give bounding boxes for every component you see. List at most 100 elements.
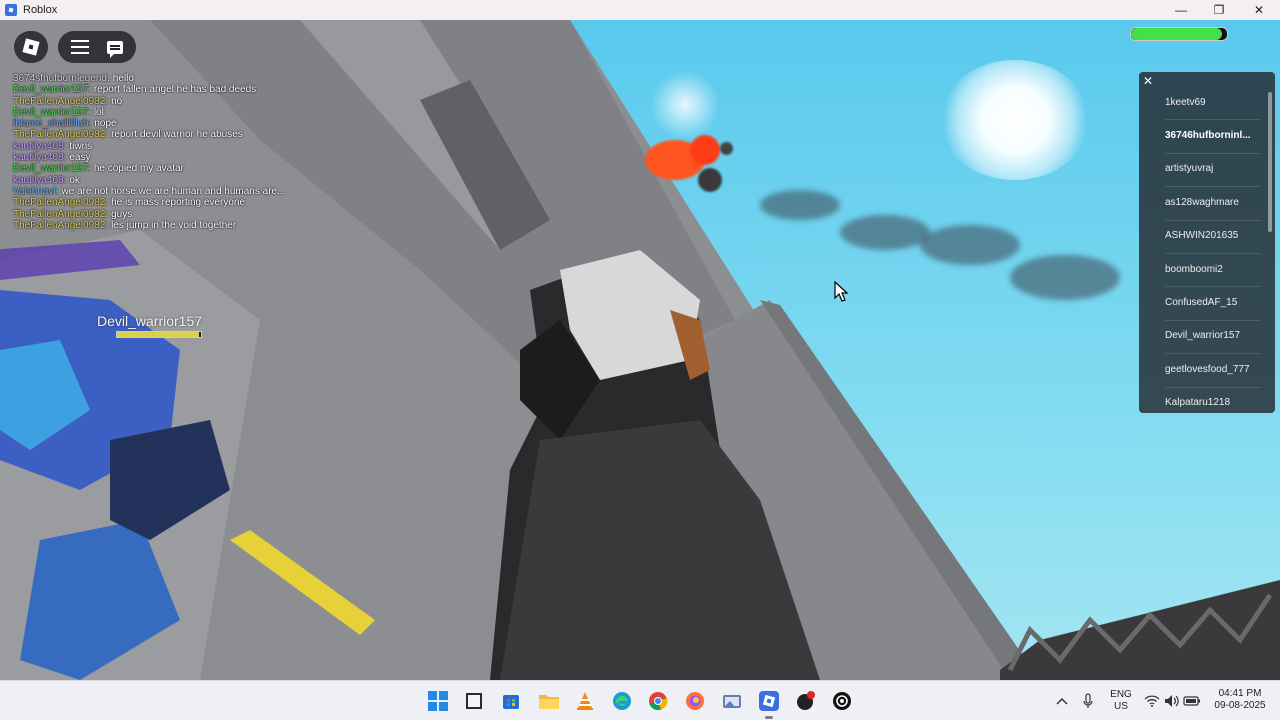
window-titlebar[interactable]: Roblox — ❐ ✕ [0,0,1280,20]
windows-start-icon[interactable] [426,689,450,713]
roblox-menu-button[interactable] [14,31,48,63]
chat-log: 3674sfhufbornlegend: hello Devil_warrior15… [13,73,343,231]
chat-text: guys [111,208,133,220]
roblox-icon[interactable] [757,689,781,719]
chrome-icon[interactable] [646,689,670,713]
player-list-item[interactable]: Kalpataru1218 [1139,387,1269,413]
chat-username[interactable]: 3674sfhufbornlegend: [13,73,110,84]
chat-username[interactable]: kautilya408: [13,141,66,152]
chat-text: hello [112,73,134,84]
clock-time: 04:41 PM [1218,688,1262,699]
edge-icon[interactable] [610,689,634,713]
vlc-icon[interactable] [573,689,597,713]
player-list-divider [1165,286,1261,288]
language-code: ENG [1110,689,1132,700]
language-indicator[interactable]: ENG US [1104,689,1138,713]
player-list-item[interactable]: as128waghmare [1139,186,1269,218]
file-explorer-icon[interactable] [462,689,486,713]
chat-username[interactable]: TheFallenAngel0982: [13,197,108,208]
player-name: as128waghmare [1165,196,1239,208]
chat-text: lol [93,106,104,118]
player-name: ASHWIN201635 [1165,230,1239,242]
chat-username[interactable]: Devil_warrior157: [13,163,91,174]
player-list-divider [1165,119,1261,121]
player-list-divider [1165,186,1261,188]
player-name: 1keetv69 [1165,96,1206,108]
player-list-item[interactable]: 36746hufborninl... [1139,119,1269,151]
show-hidden-icons-chevron-icon[interactable] [1050,689,1074,713]
roblox-logo-icon [22,38,40,56]
minimize-button[interactable]: — [1162,0,1200,20]
battery-icon[interactable] [1180,689,1204,713]
smoke [1010,255,1120,300]
player-list-item[interactable]: boomboomi2 [1139,253,1269,285]
app-icon[interactable] [794,689,818,713]
player-list-divider [1165,219,1261,221]
chat-username[interactable]: TheFallenAngel0982: [13,209,108,220]
chat-username[interactable]: TheFallenAngel0982: [13,220,108,231]
chat-message: Devil_warrior157: report fallen angel he … [13,84,343,95]
chat-text: easy [69,152,91,164]
chat-username[interactable]: Devil_warrior157: [13,84,91,95]
firefox-icon[interactable] [683,689,707,713]
player-name: geetlovesfood_777 [1165,363,1250,375]
chat-username[interactable]: kautilya408: [13,152,66,163]
nametag-health-bar [116,331,202,338]
player-list-divider [1165,319,1261,321]
chat-text: we are not horse we are human and humans… [61,185,286,197]
player-name: Devil_warrior157 [1165,330,1241,342]
smoke [760,190,840,220]
chat-message: TheFallenAngel0982: guys [13,209,343,220]
player-list-scrollbar[interactable] [1268,92,1272,232]
chat-username[interactable]: TheFallenAngel0982: [13,96,108,107]
player-nametag: Devil_warrior157 [97,313,203,329]
player-list-item[interactable]: artistyuvraj [1139,153,1269,185]
chat-message: kautilya408: ok [13,175,343,186]
player-name: boomboomi2 [1165,263,1223,275]
chat-message: kautilya408: easy [13,152,343,163]
player-list-item[interactable]: 1keetv69 [1139,86,1269,118]
photos-icon[interactable] [720,689,744,713]
chat-text: he copied my avatar [93,163,184,175]
fire [720,142,733,155]
roblox-icon [5,4,17,16]
microsoft-store-icon[interactable] [499,689,523,713]
player-list-item[interactable]: Devil_warrior157 [1139,320,1269,352]
chat-message: TheFallenAngel0982: no [13,96,343,107]
chat-text: ok [69,174,80,186]
restore-button[interactable]: ❐ [1200,0,1238,20]
chatgpt-icon[interactable] [830,689,854,713]
close-button[interactable]: ✕ [1240,0,1278,20]
player-list: ✕ 1keetv69 36746hufborninl... artistyuvraj… [1139,72,1275,413]
player-name: Kalpataru1218 [1165,397,1231,409]
window-title: Roblox [23,4,58,16]
screen: Roblox — ❐ ✕ 3674sfhufbornlegend: hello … [0,0,1280,720]
folder-icon[interactable] [537,689,561,713]
chat-text: les jump in the void together [111,219,237,231]
player-list-divider [1165,386,1261,388]
player-list-item[interactable]: ASHWIN201635 [1139,220,1269,252]
chat-text: he is mass reporting everyone [111,197,246,209]
clock-date: 09-08-2025 [1214,700,1266,711]
chat-text: tiwns [69,140,93,152]
chat-icon[interactable] [107,40,123,58]
chat-username[interactable]: iblame_shalllllluh: [13,118,91,129]
fire [698,168,722,192]
chat-username[interactable]: TheFallenAngel0982: [13,129,108,140]
chat-message: TheFallenAngel0982: report devil warrior … [13,129,343,140]
chat-message: TheFallenAngel0982: les jump in the void … [13,220,343,231]
hamburger-icon[interactable] [71,40,89,54]
player-list-item[interactable]: ConfusedAF_15 [1139,286,1269,318]
chat-username[interactable]: kautilya408: [13,175,66,186]
player-list-divider [1165,353,1261,355]
taskbar: ENG US 04:41 PM 09-08-2025 [0,680,1280,720]
chat-username[interactable]: Vaishnavi: [13,186,58,197]
smoke [920,225,1020,265]
player-list-item[interactable]: geetlovesfood_777 [1139,353,1269,385]
microphone-icon[interactable] [1076,689,1100,713]
chat-message: TheFallenAngel0982: he is mass reporting … [13,197,343,208]
chat-username[interactable]: Devil_warrior157: [13,107,91,118]
mouse-cursor-icon [834,281,848,302]
clock[interactable]: 04:41 PM 09-08-2025 [1208,688,1272,712]
player-name: 36746hufborninl... [1165,129,1251,141]
